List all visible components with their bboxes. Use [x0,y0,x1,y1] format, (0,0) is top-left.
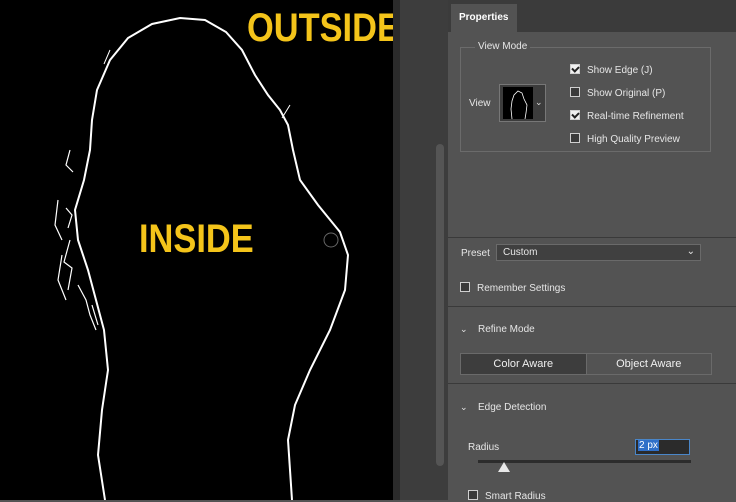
properties-panel: Properties View Mode View ⌄ Show Edge (J… [448,0,736,502]
smart-radius-checkbox[interactable]: Smart Radius [468,490,546,502]
checkbox-icon [460,282,470,292]
show-original-label: Show Original (P) [587,88,666,99]
divider [448,383,736,384]
divider [448,306,736,307]
canvas-preview[interactable]: OUTSIDE INSIDE [0,0,393,500]
canvas-divider [393,0,400,500]
chevron-down-icon: ⌄ [460,324,468,334]
refine-mode-header[interactable]: ⌄ Refine Mode [460,324,535,335]
refine-mode-title: Refine Mode [478,324,535,335]
edge-detection-title: Edge Detection [478,402,547,413]
remember-settings-label: Remember Settings [477,283,566,294]
realtime-refinement-label: Real-time Refinement [587,111,684,122]
smart-radius-label: Smart Radius [485,491,546,502]
view-mode-title: View Mode [475,41,531,52]
view-thumbnail [503,87,533,120]
divider [448,237,736,238]
radius-label: Radius [468,442,500,453]
view-label: View [469,98,491,109]
checkbox-icon [570,133,580,143]
chevron-down-icon: ⌄ [686,246,695,257]
radius-input[interactable]: 2 px [635,439,690,455]
vertical-scrollbar[interactable] [436,144,444,466]
preset-label: Preset [461,248,490,259]
color-aware-button[interactable]: Color Aware [461,354,586,374]
checkbox-icon [570,64,580,74]
outside-label: OUTSIDE [247,6,393,50]
checkbox-icon [570,110,580,120]
show-original-checkbox[interactable]: Show Original (P) [570,87,665,99]
preset-dropdown[interactable]: Custom ⌄ [496,244,701,261]
inside-label: INSIDE [139,217,254,261]
edge-detection-header[interactable]: ⌄ Edge Detection [460,402,546,413]
checkbox-icon [570,87,580,97]
chevron-down-icon: ⌄ [460,402,468,412]
view-mode-dropdown[interactable]: ⌄ [499,84,546,122]
show-edge-checkbox[interactable]: Show Edge (J) [570,64,653,76]
high-quality-preview-label: High Quality Preview [587,134,680,145]
preset-value: Custom [503,247,538,258]
tab-properties[interactable]: Properties [451,4,517,32]
radius-value: 2 px [638,440,659,451]
radius-slider-thumb[interactable] [498,462,510,472]
high-quality-preview-checkbox[interactable]: High Quality Preview [570,133,680,145]
realtime-refinement-checkbox[interactable]: Real-time Refinement [570,110,684,122]
checkbox-icon [468,490,478,500]
refine-mode-segmented-control: Color Aware Object Aware [460,353,712,375]
chevron-down-icon: ⌄ [535,97,543,107]
object-aware-button[interactable]: Object Aware [585,354,712,374]
show-edge-label: Show Edge (J) [587,65,653,76]
remember-settings-checkbox[interactable]: Remember Settings [460,282,565,294]
